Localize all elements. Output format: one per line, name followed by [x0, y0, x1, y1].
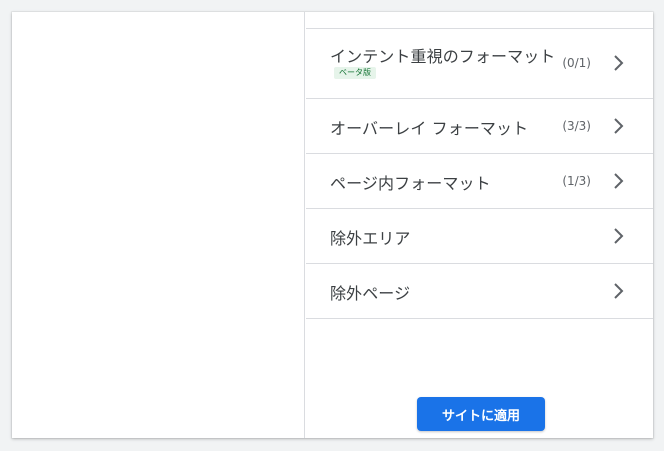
format-item-count: (3/3)	[562, 119, 591, 133]
format-item-excluded-pages[interactable]: 除外ページ	[306, 264, 653, 319]
format-item-count: (1/3)	[562, 174, 591, 188]
format-item-excluded-areas[interactable]: 除外エリア	[306, 209, 653, 264]
format-item-title: 除外エリア	[330, 229, 411, 248]
chevron-right-icon	[613, 282, 625, 300]
format-item-title: インテント重視のフォーマット	[330, 47, 556, 66]
format-item-in-page[interactable]: ページ内フォーマット (1/3)	[306, 154, 653, 209]
format-item-title: 除外ページ	[330, 284, 411, 303]
format-settings-pane: インテント重視のフォーマット ベータ版 (0/1) オーバーレイ フォーマット …	[306, 12, 653, 438]
preview-pane	[12, 12, 305, 438]
chevron-right-icon	[613, 227, 625, 245]
format-item-title: オーバーレイ フォーマット	[330, 119, 529, 138]
format-item-intent[interactable]: インテント重視のフォーマット ベータ版 (0/1)	[306, 29, 653, 99]
chevron-right-icon	[613, 117, 625, 135]
format-item-count: (0/1)	[562, 56, 591, 70]
chevron-right-icon	[613, 54, 625, 72]
apply-to-site-button[interactable]: サイトに適用	[417, 397, 545, 431]
format-item-title: ページ内フォーマット	[330, 174, 491, 193]
beta-badge: ベータ版	[334, 67, 376, 79]
format-item-overlay[interactable]: オーバーレイ フォーマット (3/3)	[306, 99, 653, 154]
settings-panel: インテント重視のフォーマット ベータ版 (0/1) オーバーレイ フォーマット …	[12, 12, 653, 438]
chevron-right-icon	[613, 172, 625, 190]
